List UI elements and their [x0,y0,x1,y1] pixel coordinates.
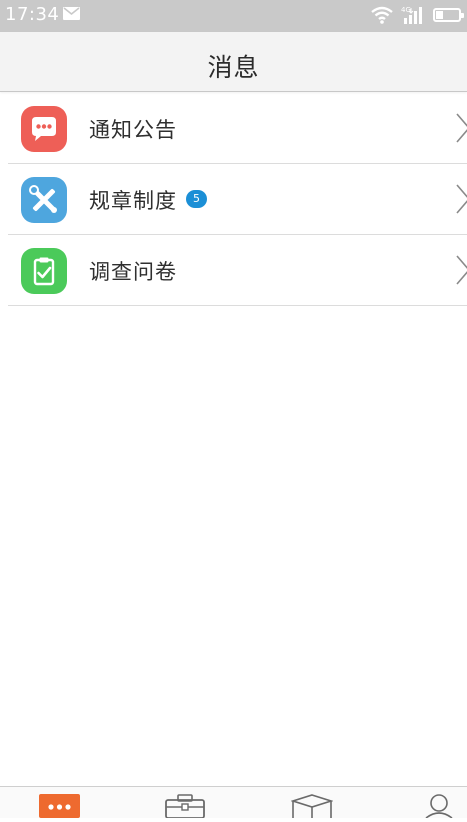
list-item-label: 通知公告 [89,118,177,142]
svg-text:4G: 4G [401,6,411,14]
tab-apps[interactable] [290,794,334,822]
status-time: 17:34 [5,4,60,25]
chevron-right-icon [456,184,467,214]
chevron-right-icon [456,113,467,143]
box-icon [290,794,334,818]
briefcase-icon [165,794,205,819]
tools-icon [21,177,67,223]
tab-messages[interactable] [39,794,80,822]
clipboard-check-icon [21,248,67,294]
list-item-surveys[interactable]: 调查问卷 [8,235,467,306]
tab-profile[interactable] [424,794,454,822]
wifi-icon [371,6,393,24]
tab-work[interactable] [164,794,206,822]
mail-icon [63,7,80,20]
header: 消息 [0,32,467,92]
chat-bubble-icon [21,106,67,152]
list-item-label: 规章制度 [89,189,177,213]
list-item-announcements[interactable]: 通知公告 [8,93,467,164]
message-list: 通知公告 规章制度 5 调查问卷 [0,93,467,306]
signal-4g-icon: 4G [401,6,422,24]
battery-icon [433,8,464,22]
status-bar: 17:34 4G [0,0,467,32]
bottom-tab-bar [0,786,467,819]
list-item-label: 调查问卷 [89,260,177,284]
page-title: 消息 [207,53,260,82]
profile-icon [425,794,453,819]
chevron-right-icon [456,255,467,285]
messages-icon [39,794,80,818]
list-item-regulations[interactable]: 规章制度 5 [8,164,467,235]
unread-count-badge: 5 [186,190,207,208]
